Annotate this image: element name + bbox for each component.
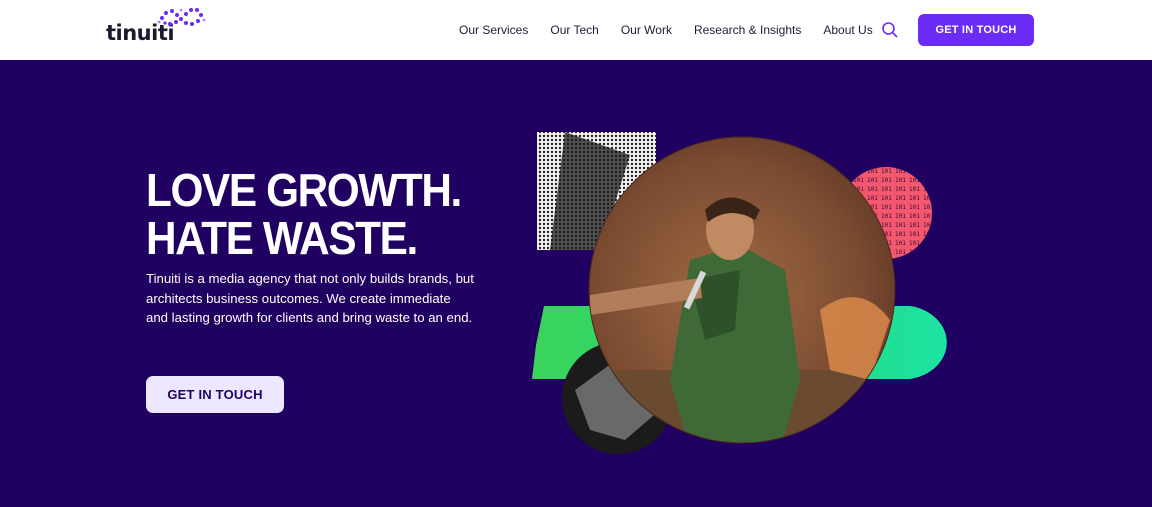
- nav-our-work[interactable]: Our Work: [621, 23, 672, 37]
- main-nav: Our Services Our Tech Our Work Research …: [459, 0, 895, 60]
- nav-about-us[interactable]: About Us: [823, 23, 872, 37]
- site-header: tinuiti Our Services Our Tech Our Work R…: [0, 0, 1152, 60]
- headline-line-2: HATE WASTE.: [146, 212, 418, 264]
- get-in-touch-hero-button[interactable]: GET IN TOUCH: [146, 376, 284, 413]
- hero-section: LOVE GROWTH. HATE WASTE. Tinuiti is a me…: [0, 60, 1152, 507]
- nav-our-services[interactable]: Our Services: [459, 23, 528, 37]
- tinuiti-logo[interactable]: tinuiti: [106, 6, 210, 48]
- headline-line-1: LOVE GROWTH.: [146, 164, 462, 216]
- nav-our-tech[interactable]: Our Tech: [550, 23, 598, 37]
- search-button[interactable]: [880, 20, 900, 40]
- nav-research-insights[interactable]: Research & Insights: [694, 23, 801, 37]
- search-icon: [882, 22, 898, 38]
- hero-description: Tinuiti is a media agency that not only …: [146, 271, 474, 325]
- logo-infinity-icon: [157, 8, 206, 26]
- hero-headline: LOVE GROWTH. HATE WASTE.: [146, 164, 462, 264]
- hero-collage: 101: [532, 132, 947, 454]
- get-in-touch-header-button[interactable]: GET IN TOUCH: [918, 14, 1034, 46]
